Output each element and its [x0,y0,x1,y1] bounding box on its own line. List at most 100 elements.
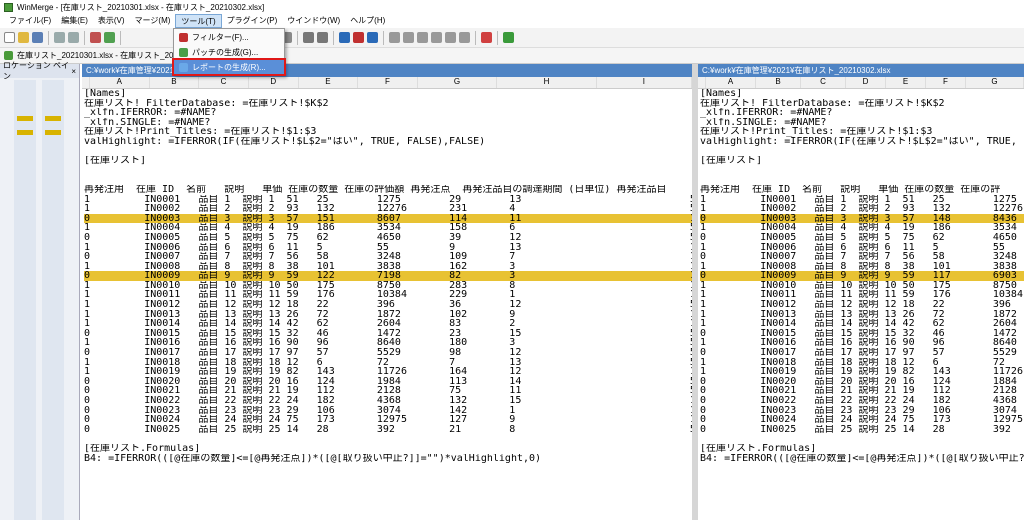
menu-view[interactable]: 表示(V) [93,14,130,28]
content-line[interactable]: B4: =IFERROR(([@在庫の数量]<=[@再発注点])*([@[取り扱… [84,454,692,464]
content-line[interactable]: 1 IN0012 品目 12 説明 12 18 22 396 36 12 50 [84,300,692,310]
content-line[interactable]: 1 IN0014 品目 14 説明 14 42 62 2604 83 2 100 [84,319,692,329]
content-line[interactable] [700,166,1024,176]
content-line[interactable]: 1 IN0014 品目 14 説明 14 42 62 2604 [700,319,1024,329]
content-line[interactable]: 0 IN0007 品目 7 説明 7 56 58 3248 109 7 100 [84,252,692,262]
content-line[interactable]: valHighlight: =IFERROR(IF(在庫リスト!$L$2="はい… [700,137,1024,147]
content-line[interactable]: 0 IN0023 品目 23 説明 23 29 106 3074 [700,406,1024,416]
nav-icon[interactable] [389,32,400,43]
diff-line[interactable]: 0 IN0009 品目 9 説明 9 59 117 6903 [700,271,1024,281]
content-line[interactable]: 1 IN0002 品目 2 説明 2 93 132 12276 231 4 50 [84,204,692,214]
content-line[interactable]: 0 IN0017 品目 17 説明 17 97 57 5529 98 12 50 [84,348,692,358]
content-line[interactable]: 0 IN0005 品目 5 説明 5 75 62 4650 [700,233,1024,243]
content-line[interactable]: 0 IN0015 品目 15 説明 15 32 46 1472 23 15 50 [84,329,692,339]
save-icon[interactable] [32,32,43,43]
content-line[interactable]: [Names] [700,89,1024,99]
content-line[interactable]: [在庫リスト.Formulas] [700,444,1024,454]
content-line[interactable]: 再発注用 在庫 ID 名前 説明 単価 在庫の数量 在庫の評価額 再発注点 再発… [84,185,692,195]
diff-line[interactable]: 0 IN0003 品目 3 説明 3 57 148 8436 [700,213,1024,224]
color-icon[interactable] [481,32,492,43]
content-line[interactable] [84,166,692,176]
content-line[interactable]: 0 IN0022 品目 22 説明 22 24 182 4368 132 15 … [84,396,692,406]
content-line[interactable]: valHighlight: =IFERROR(IF(在庫リスト!$L$2="はい… [84,137,692,147]
content-line[interactable]: 1 IN0018 品目 18 説明 18 12 6 72 7 13 50 [84,358,692,368]
menu-edit[interactable]: 編集(E) [56,14,93,28]
content-line[interactable]: 1 IN0001 品目 1 説明 1 51 25 1275 29 13 50 [84,195,692,205]
content-line[interactable]: 0 IN0007 品目 7 説明 7 56 58 3248 [700,252,1024,262]
menu-plugins[interactable]: プラグイン(P) [222,14,283,28]
content-line[interactable]: _xlfn.SINGLE: =#NAME? [700,118,1024,128]
diff-marker[interactable] [45,130,61,135]
content-line[interactable]: 1 IN0019 品目 19 説明 19 82 143 11726 [700,367,1024,377]
nav-icon[interactable] [403,32,414,43]
content-line[interactable]: 0 IN0005 品目 5 説明 5 75 62 4650 39 12 50 [84,233,692,243]
content-line[interactable]: 1 IN0012 品目 12 説明 12 18 22 396 [700,300,1024,310]
content-line[interactable]: _xlfn.SINGLE: =#NAME? [84,118,692,128]
content-line[interactable]: 0 IN0021 品目 21 説明 21 19 112 2128 [700,386,1024,396]
content-line[interactable]: 1 IN0004 品目 4 説明 4 19 186 3534 158 6 50 [84,223,692,233]
menu-item-filter[interactable]: フィルター(F)... [174,30,284,44]
refresh-icon[interactable] [90,32,101,43]
options-icon[interactable] [104,32,115,43]
content-line[interactable]: 在庫リスト!Print_Titles: =在庫リスト!$1:$3 [84,127,692,137]
content-line[interactable]: 1 IN0019 品目 19 説明 19 82 143 11726 164 12… [84,367,692,377]
content-line[interactable]: 1 IN0001 品目 1 説明 1 51 25 1275 [700,195,1024,205]
content-line[interactable]: 0 IN0025 品目 25 説明 25 14 28 392 [700,425,1024,435]
content-line[interactable]: 0 IN0015 品目 15 説明 15 32 46 1472 [700,329,1024,339]
diff-line[interactable]: 0 IN0009 品目 9 説明 9 59 122 7198 82 3 150 [84,271,692,281]
content-line[interactable]: 1 IN0011 品目 11 説明 11 59 176 10384 [700,290,1024,300]
menu-item-generate-report[interactable]: レポートの生成(R)... [172,58,286,76]
content-line[interactable]: 1 IN0011 品目 11 説明 11 59 176 10384 229 1 … [84,290,692,300]
content-line[interactable]: 在庫リスト!_FilterDatabase: =在庫リスト!$K$2 [84,99,692,109]
copy-right-icon[interactable] [303,32,314,43]
content-line[interactable]: 1 IN0013 品目 13 説明 13 26 72 1872 102 9 10… [84,310,692,320]
content-line[interactable] [700,147,1024,157]
zoom-icon[interactable] [367,32,378,43]
content-line[interactable]: _xlfn.IFERROR: =#NAME? [700,108,1024,118]
content-line[interactable]: 1 IN0013 品目 13 説明 13 26 72 1872 [700,310,1024,320]
content-line[interactable]: 1 IN0010 品目 10 説明 10 50 175 8750 [700,281,1024,291]
content-line[interactable] [700,175,1024,185]
redo-icon[interactable] [68,32,79,43]
content-line[interactable]: 在庫リスト!_FilterDatabase: =在庫リスト!$K$2 [700,99,1024,109]
plugin-icon[interactable] [503,32,514,43]
content-line[interactable]: [在庫リスト] [84,156,692,166]
content-line[interactable]: 0 IN0017 品目 17 説明 17 97 57 5529 [700,348,1024,358]
content-line[interactable]: 1 IN0016 品目 16 説明 16 90 96 8640 180 3 50 [84,338,692,348]
content-line[interactable]: 1 IN0008 品目 8 説明 8 38 101 3838 [700,262,1024,272]
content-line[interactable]: 1 IN0006 品目 6 説明 6 11 5 55 [700,243,1024,253]
open-folder-icon[interactable] [18,32,29,43]
nav-icon[interactable] [431,32,442,43]
location-strip-right[interactable] [42,80,64,520]
diff-marker[interactable] [17,116,33,121]
diff-line[interactable]: 0 IN0003 品目 3 説明 3 57 151 8607 114 11 15… [84,213,692,224]
menu-merge[interactable]: マージ(M) [130,14,176,28]
content-line[interactable]: [在庫リスト] [700,156,1024,166]
content-line[interactable]: B4: =IFERROR(([@在庫の数量]<=[@再発注点])*([@[取り扱… [700,454,1024,464]
left-compare-pane[interactable]: C:¥work¥在庫管理¥2021 ABCDEFGHI [Names] 在庫リスト… [82,64,692,520]
content-line[interactable]: 再発注用 在庫 ID 名前 説明 単価 在庫の数量 在庫の評 [700,185,1024,195]
new-file-icon[interactable] [4,32,15,43]
content-line[interactable]: 1 IN0004 品目 4 説明 4 19 186 3534 [700,223,1024,233]
content-line[interactable]: 0 IN0024 品目 24 説明 24 75 173 12975 [700,415,1024,425]
copy-left-icon[interactable] [317,32,328,43]
content-line[interactable] [84,175,692,185]
content-line[interactable] [84,147,692,157]
content-line[interactable] [84,434,692,444]
right-compare-pane[interactable]: C:¥work¥在庫管理¥2021¥在庫リスト_20210302.xlsx AB… [698,64,1024,520]
content-line[interactable]: 1 IN0002 品目 2 説明 2 93 132 12276 [700,204,1024,214]
close-icon[interactable]: × [71,67,76,76]
content-line[interactable]: 1 IN0010 品目 10 説明 10 50 175 8750 283 8 1… [84,281,692,291]
nav-icon[interactable] [459,32,470,43]
content-line[interactable]: 1 IN0006 品目 6 説明 6 11 5 55 9 13 150 [84,243,692,253]
content-line[interactable]: 0 IN0021 品目 21 説明 21 19 112 2128 75 11 5… [84,386,692,396]
diff-marker[interactable] [17,130,33,135]
content-line[interactable]: [Names] [84,89,692,99]
diff-marker[interactable] [45,116,61,121]
content-line[interactable]: 0 IN0020 品目 20 説明 20 16 124 1884 [700,377,1024,387]
nav-icon[interactable] [417,32,428,43]
menu-tools[interactable]: ツール(T) [175,14,222,28]
content-line[interactable]: 0 IN0025 品目 25 説明 25 14 28 392 21 8 50 [84,425,692,435]
content-line[interactable]: 0 IN0023 品目 23 説明 23 29 106 3074 142 1 1… [84,406,692,416]
content-line[interactable]: 1 IN0018 品目 18 説明 18 12 6 72 [700,358,1024,368]
